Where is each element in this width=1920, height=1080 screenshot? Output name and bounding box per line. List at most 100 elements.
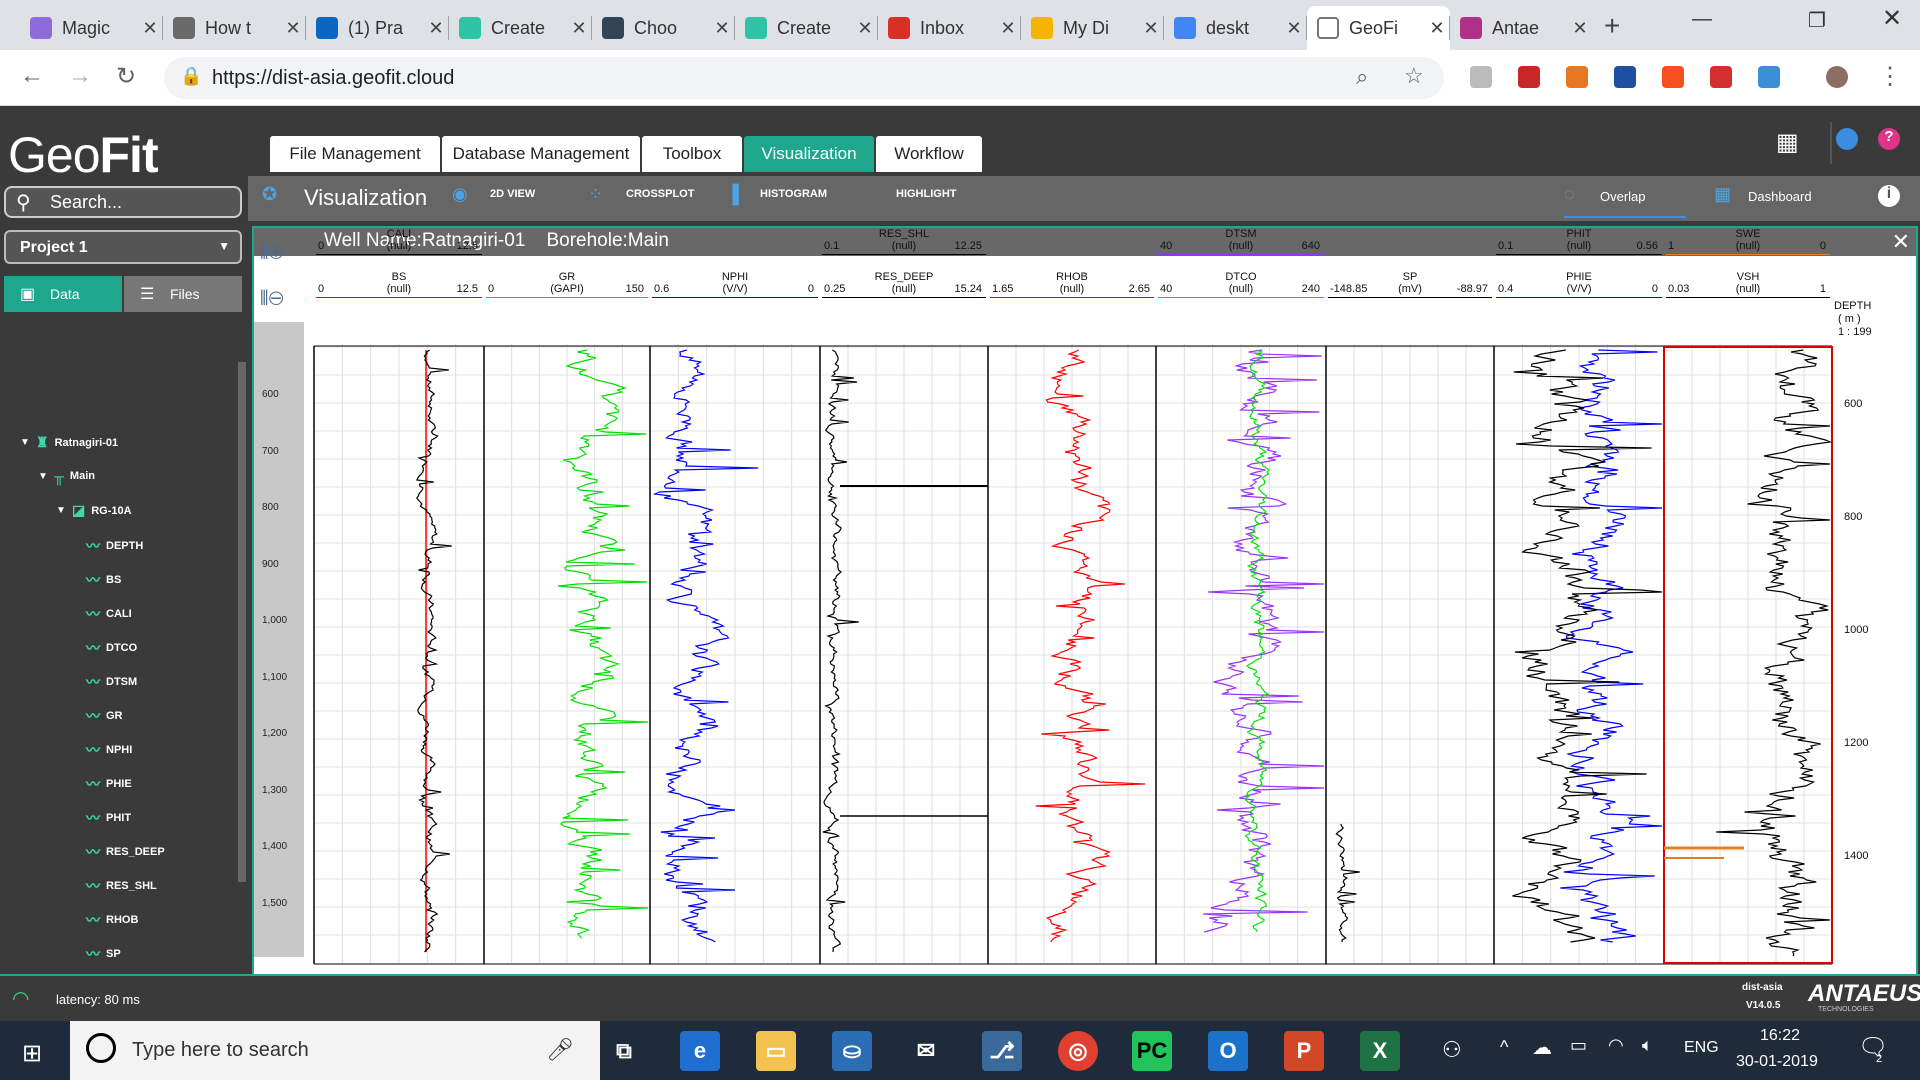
apps-grid-icon[interactable]: ▦: [1776, 128, 1799, 157]
tab-close-icon[interactable]: ✕: [995, 18, 1021, 39]
dashboard-button[interactable]: Dashboard: [1748, 189, 1812, 204]
tab-close-icon[interactable]: ✕: [423, 18, 449, 39]
tree-node-borehole[interactable]: ▼ ╥ Main: [38, 468, 95, 484]
tree-node-curve[interactable]: 〰 DTCO: [86, 638, 137, 658]
browser-tab[interactable]: (1) Pra ✕: [306, 6, 449, 50]
2d-view-button[interactable]: 2D VIEW: [490, 188, 535, 200]
tab-close-icon[interactable]: ✕: [566, 18, 592, 39]
onedrive-icon[interactable]: ☁: [1532, 1035, 1552, 1060]
tab-close-icon[interactable]: ✕: [852, 18, 878, 39]
file-explorer-icon[interactable]: ▭: [756, 1031, 796, 1071]
tree-node-curve[interactable]: 〰 BS: [86, 570, 121, 590]
edge-icon[interactable]: e: [680, 1031, 720, 1071]
tab-close-icon[interactable]: ✕: [1281, 18, 1307, 39]
battery-icon[interactable]: ▭: [1570, 1035, 1587, 1056]
zoom-icon[interactable]: ⌕: [1356, 64, 1368, 90]
tool-extension-icon[interactable]: [1758, 66, 1780, 88]
address-bar[interactable]: 🔒 https://dist-asia.geofit.cloud ⌕ ☆: [164, 57, 1444, 99]
browser-tab[interactable]: Create ✕: [735, 6, 878, 50]
windows-start-icon[interactable]: ⊞: [22, 1039, 42, 1068]
browser-tab[interactable]: Magic ✕: [20, 6, 163, 50]
browser-tab[interactable]: deskt ✕: [1164, 6, 1307, 50]
new-tab-button[interactable]: +: [1604, 10, 1620, 42]
tab-workflow[interactable]: Workflow: [876, 136, 982, 172]
tray-chevron-icon[interactable]: ^: [1500, 1037, 1508, 1058]
tree-node-well[interactable]: ▼ ♜ Ratnagiri-01: [20, 434, 118, 451]
overlap-button[interactable]: Overlap: [1600, 189, 1646, 204]
browser-tab[interactable]: GeoFi ✕: [1307, 6, 1450, 50]
browser-tab[interactable]: My Di ✕: [1021, 6, 1164, 50]
office-extension-icon[interactable]: [1662, 66, 1684, 88]
browser-tab[interactable]: Choo ✕: [592, 6, 735, 50]
pycharm-icon[interactable]: PC: [1132, 1031, 1172, 1071]
tree-node-curve[interactable]: 〰 RHOB: [86, 910, 138, 930]
browser-tab[interactable]: Inbox ✕: [878, 6, 1021, 50]
s-extension-icon[interactable]: [1710, 66, 1732, 88]
metamask-extension-icon[interactable]: [1566, 66, 1588, 88]
task-view-icon[interactable]: ⧉: [604, 1031, 644, 1071]
tab-visualization[interactable]: Visualization: [744, 136, 874, 172]
tab-database-management[interactable]: Database Management: [442, 136, 640, 172]
people-icon[interactable]: ⚇: [1442, 1037, 1462, 1063]
pocket-extension-icon[interactable]: [1518, 66, 1540, 88]
tab-close-icon[interactable]: ✕: [1567, 18, 1593, 39]
profile-avatar[interactable]: [1826, 66, 1848, 88]
sidebar-scrollbar[interactable]: [238, 362, 246, 882]
tab-close-icon[interactable]: ✕: [1138, 18, 1164, 39]
chrome-icon[interactable]: ◎: [1058, 1031, 1098, 1071]
tree-node-curve[interactable]: 〰 DEPTH: [86, 536, 143, 556]
histogram-button[interactable]: HISTOGRAM: [760, 188, 827, 200]
taskbar-search-input[interactable]: Type here to search 🎤︎: [70, 1021, 600, 1080]
tab-close-icon[interactable]: ✕: [137, 18, 163, 39]
reload-icon[interactable]: ↻: [116, 62, 136, 91]
bookmark-star-icon[interactable]: ☆: [1404, 63, 1424, 89]
language-indicator[interactable]: ENG: [1684, 1039, 1719, 1057]
restore-icon[interactable]: ❐: [1808, 8, 1826, 33]
tree-node-curve[interactable]: 〰 GR: [86, 706, 123, 726]
clock-date[interactable]: 30-01-2019: [1736, 1053, 1818, 1071]
minimize-icon[interactable]: —: [1692, 8, 1712, 31]
well-log-plot[interactable]: [254, 228, 1916, 974]
menu-kebab-icon[interactable]: ⋮: [1878, 62, 1902, 91]
browser-tab[interactable]: Antae ✕: [1450, 6, 1593, 50]
back-icon[interactable]: ←: [20, 62, 44, 90]
help-icon[interactable]: ?: [1878, 128, 1900, 150]
tree-node-curve[interactable]: 〰 PHIT: [86, 808, 131, 828]
tab-close-icon[interactable]: ✕: [1424, 18, 1450, 39]
forward-icon[interactable]: →: [68, 62, 92, 90]
mic-icon[interactable]: 🎤︎: [546, 1037, 574, 1063]
tree-node-curve[interactable]: 〰 PHIE: [86, 774, 132, 794]
network-app-icon[interactable]: ⎇: [982, 1031, 1022, 1071]
mail-icon[interactable]: ✉: [906, 1031, 946, 1071]
tab-close-icon[interactable]: ✕: [709, 18, 735, 39]
tree-node-curve[interactable]: 〰 CALI: [86, 604, 132, 624]
tab-toolbox[interactable]: Toolbox: [642, 136, 742, 172]
user-icon[interactable]: [1836, 128, 1858, 150]
clock-time[interactable]: 16:22: [1760, 1027, 1800, 1045]
tree-node-curve[interactable]: 〰 SP: [86, 944, 121, 964]
tab-close-icon[interactable]: ✕: [280, 18, 306, 39]
tab-file-management[interactable]: File Management: [270, 136, 440, 172]
info-icon[interactable]: i: [1878, 185, 1900, 207]
outlook-icon[interactable]: O: [1208, 1031, 1248, 1071]
highlight-button[interactable]: HIGHLIGHT: [896, 188, 957, 200]
browser-tab[interactable]: Create ✕: [449, 6, 592, 50]
powerpoint-icon[interactable]: P: [1284, 1031, 1324, 1071]
tree-node-curve[interactable]: 〰 RES_DEEP: [86, 842, 165, 862]
close-window-icon[interactable]: ✕: [1882, 4, 1902, 33]
tab-data[interactable]: ▣ Data: [4, 276, 122, 312]
tree-node-curve[interactable]: 〰 DTSM: [86, 672, 137, 692]
browser-tab[interactable]: How t ✕: [163, 6, 306, 50]
excel-icon[interactable]: X: [1360, 1031, 1400, 1071]
tree-node-dataset[interactable]: ▼ ◪ RG-10A: [56, 502, 132, 519]
crossplot-button[interactable]: CROSSPLOT: [626, 188, 694, 200]
drive-extension-icon[interactable]: [1470, 66, 1492, 88]
project-select[interactable]: Project 1 ▼: [4, 230, 242, 264]
tree-node-curve[interactable]: 〰 NPHI: [86, 740, 132, 760]
tab-files[interactable]: ☰ Files: [124, 276, 242, 312]
store-icon[interactable]: ⛀: [832, 1031, 872, 1071]
wifi-tray-icon[interactable]: ◠: [1608, 1035, 1624, 1056]
notification-icon[interactable]: 🗨︎: [1858, 1033, 1888, 1062]
search-input[interactable]: ⚲ Search...: [4, 186, 242, 218]
volume-icon[interactable]: 🔈︎: [1642, 1035, 1653, 1056]
